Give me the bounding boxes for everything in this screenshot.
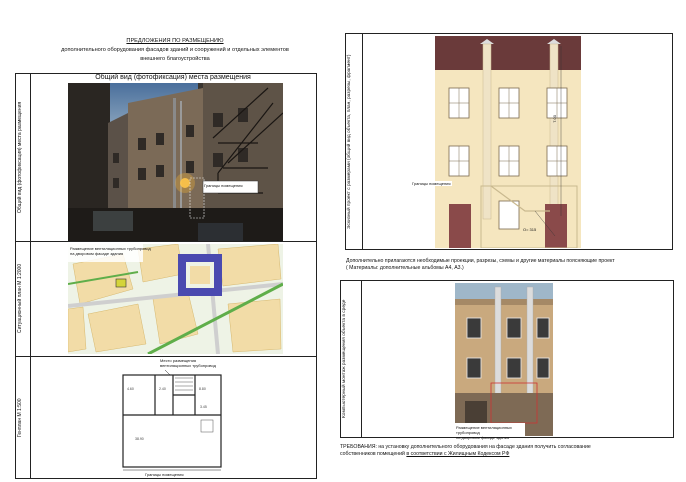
facade-sketch (435, 36, 581, 248)
header-title: ПРЕДЛОЖЕНИЯ ПО РАЗМЕЩЕНИЮ (126, 38, 224, 44)
left-label-divider (30, 73, 31, 479)
requirements: ТРЕБОВАНИЯ: на установку дополнительного… (340, 444, 680, 458)
photo-title: Общий вид (фотофиксация) места размещени… (95, 74, 251, 81)
header-subtitle: дополнительного оборудования фасадов зда… (61, 47, 289, 53)
sketch-note-line1: Дополнительно прилагаются необходимые пр… (346, 258, 615, 264)
row2-label: Ситуационный план М 1:2000 (17, 263, 23, 334)
montage-label: Компьютерный монтаж размещения объекта в… (342, 299, 347, 419)
situation-map (68, 244, 283, 354)
row3-label: Генплан М 1:500 (17, 398, 23, 437)
svg-text:2.40: 2.40 (159, 387, 166, 391)
courtyard-photo (68, 83, 283, 241)
svg-text:8.80: 8.80 (199, 387, 206, 391)
sketch-note-line2: ( Материалы: дополнительные альбомы А4, … (346, 265, 464, 271)
photo-callout: Границы помещения (204, 183, 243, 188)
requirements-line2: собственников помещений в соответствии с… (340, 451, 680, 458)
sketch-dim-bottom: О= 315 (523, 227, 537, 232)
document-header: ПРЕДЛОЖЕНИЯ ПО РАЗМЕЩЕНИЮ дополнительног… (30, 37, 320, 64)
plan-callout-line2: вентиляционных трубопровод (160, 363, 216, 368)
header-subtitle-2: внешнего благоустройства (140, 56, 210, 62)
sketch-label: Эскизный проект с размерами (общий вид о… (347, 54, 352, 229)
requirements-line1: ТРЕБОВАНИЯ: на установку дополнительного… (340, 444, 591, 450)
requirements-prefix: собственников помещений (340, 451, 407, 457)
svg-text:38.90: 38.90 (135, 437, 144, 441)
sketch-note: Дополнительно прилагаются необходимые пр… (346, 258, 676, 272)
map-callout-line2: на дворовом фасаде здания (70, 251, 124, 256)
row1-label: Общий вид (фотофиксация) места размещени… (17, 101, 23, 213)
floor-plan: 4.60 2.40 8.80 38.90 3.45 (115, 360, 225, 478)
sketch-dim-vertical: 7.00 (552, 115, 557, 123)
sketch-label-divider (362, 33, 363, 250)
svg-text:4.60: 4.60 (127, 387, 134, 391)
montage-caption-line1: Размещение вентиляционных трубопровод (456, 425, 512, 435)
montage-caption-line2: на дворовом фасаде здания (456, 435, 510, 440)
montage-photo (455, 283, 553, 436)
plan-callout: Место размещения вентиляционных трубопро… (160, 358, 240, 368)
montage-caption: Размещение вентиляционных трубопровод на… (456, 425, 526, 440)
left-row-divider-2 (15, 356, 317, 357)
map-callout: Размещение вентиляционных трубопровод на… (70, 246, 160, 256)
left-row-divider-1 (15, 241, 317, 242)
plan-bottom-label: Границы помещения (145, 472, 184, 477)
sketch-callout: Границы помещения (411, 181, 452, 186)
svg-text:3.45: 3.45 (200, 405, 207, 409)
housing-code-link[interactable]: в соответствии с Жилищным Кодексом РФ (406, 451, 509, 457)
montage-label-divider (361, 280, 362, 438)
